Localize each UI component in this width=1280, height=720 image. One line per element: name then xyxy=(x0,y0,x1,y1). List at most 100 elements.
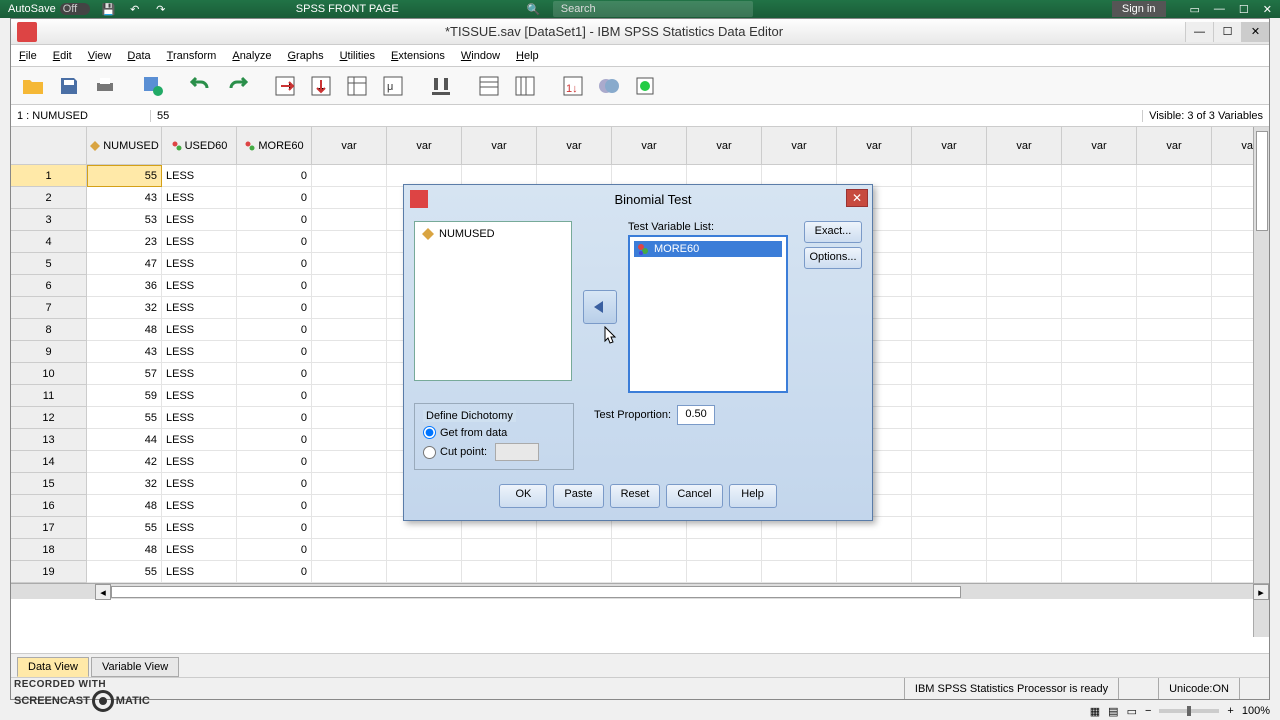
tab-data-view[interactable]: Data View xyxy=(17,657,89,677)
reset-button[interactable]: Reset xyxy=(610,484,661,508)
insert-variable-icon[interactable] xyxy=(509,70,541,102)
cell[interactable]: 0 xyxy=(237,341,312,363)
cell[interactable]: 0 xyxy=(237,209,312,231)
row-header[interactable]: 17 xyxy=(11,517,87,539)
cell[interactable] xyxy=(1137,231,1212,253)
cell[interactable] xyxy=(1062,319,1137,341)
cell[interactable] xyxy=(462,561,537,583)
cell[interactable] xyxy=(1062,385,1137,407)
cell[interactable]: LESS xyxy=(162,517,237,539)
menu-edit[interactable]: Edit xyxy=(53,50,72,62)
column-header[interactable]: var xyxy=(987,127,1062,165)
cell[interactable] xyxy=(387,539,462,561)
cell[interactable] xyxy=(912,517,987,539)
tab-variable-view[interactable]: Variable View xyxy=(91,657,179,677)
cell[interactable]: 0 xyxy=(237,319,312,341)
cell[interactable] xyxy=(987,407,1062,429)
column-header[interactable]: var xyxy=(762,127,837,165)
test-variable-list[interactable]: MORE60 xyxy=(628,235,788,393)
cell[interactable]: 0 xyxy=(237,407,312,429)
cell[interactable] xyxy=(537,561,612,583)
menu-data[interactable]: Data xyxy=(127,50,150,62)
cell[interactable]: 55 xyxy=(87,165,162,187)
cell[interactable] xyxy=(612,561,687,583)
column-header[interactable]: var xyxy=(687,127,762,165)
cell[interactable]: 0 xyxy=(237,187,312,209)
cell[interactable] xyxy=(312,561,387,583)
cut-point-input[interactable] xyxy=(495,443,539,461)
cell-ref-name[interactable]: 1 : NUMUSED xyxy=(11,110,151,122)
cell[interactable]: LESS xyxy=(162,407,237,429)
cell[interactable]: 48 xyxy=(87,319,162,341)
column-header[interactable]: var xyxy=(462,127,537,165)
cell[interactable] xyxy=(912,539,987,561)
cell[interactable] xyxy=(912,275,987,297)
cell[interactable] xyxy=(1062,429,1137,451)
cell-ref-value[interactable]: 55 xyxy=(151,110,1142,122)
cell[interactable] xyxy=(687,539,762,561)
spss-maximize-button[interactable]: ☐ xyxy=(1213,22,1241,42)
zoom-out-icon[interactable]: − xyxy=(1145,705,1151,717)
cell[interactable] xyxy=(1137,473,1212,495)
cell[interactable] xyxy=(912,209,987,231)
maximize-icon[interactable]: ☐ xyxy=(1239,3,1249,16)
cell[interactable] xyxy=(987,429,1062,451)
cell[interactable] xyxy=(912,495,987,517)
cell[interactable] xyxy=(987,209,1062,231)
var-item-numused[interactable]: NUMUSED xyxy=(419,226,567,242)
row-header[interactable]: 3 xyxy=(11,209,87,231)
paste-button[interactable]: Paste xyxy=(553,484,603,508)
column-header[interactable]: var xyxy=(387,127,462,165)
cell[interactable]: LESS xyxy=(162,495,237,517)
move-variable-button[interactable] xyxy=(583,290,617,324)
cell[interactable] xyxy=(312,429,387,451)
cell[interactable] xyxy=(1062,297,1137,319)
spss-minimize-button[interactable]: — xyxy=(1185,22,1213,42)
cell[interactable] xyxy=(987,297,1062,319)
cell[interactable]: 32 xyxy=(87,473,162,495)
cell[interactable]: 0 xyxy=(237,451,312,473)
cell[interactable] xyxy=(612,539,687,561)
cell[interactable] xyxy=(387,561,462,583)
cell[interactable] xyxy=(1062,451,1137,473)
row-header[interactable]: 6 xyxy=(11,275,87,297)
cell[interactable]: 43 xyxy=(87,341,162,363)
source-variable-list[interactable]: NUMUSED xyxy=(414,221,572,381)
insert-cases-icon[interactable] xyxy=(473,70,505,102)
cell[interactable] xyxy=(1062,561,1137,583)
cell[interactable]: 47 xyxy=(87,253,162,275)
row-header[interactable]: 14 xyxy=(11,451,87,473)
recall-dialog-icon[interactable] xyxy=(137,70,169,102)
cell[interactable] xyxy=(312,341,387,363)
column-header[interactable]: NUMUSED xyxy=(87,127,162,165)
print-icon[interactable] xyxy=(89,70,121,102)
cell[interactable] xyxy=(987,495,1062,517)
cell[interactable]: LESS xyxy=(162,165,237,187)
scroll-left-icon[interactable]: ◂ xyxy=(95,584,111,600)
open-icon[interactable] xyxy=(17,70,49,102)
radio-input[interactable] xyxy=(423,426,436,439)
dialog-titlebar[interactable]: Binomial Test ✕ xyxy=(404,185,872,213)
cell[interactable] xyxy=(312,517,387,539)
split-file-icon[interactable]: 1↓ xyxy=(557,70,589,102)
row-header[interactable]: 7 xyxy=(11,297,87,319)
cell[interactable] xyxy=(762,561,837,583)
grid-corner[interactable] xyxy=(11,127,87,165)
cell[interactable] xyxy=(1137,495,1212,517)
cell[interactable] xyxy=(912,473,987,495)
cell[interactable] xyxy=(912,561,987,583)
cell[interactable] xyxy=(987,561,1062,583)
cell[interactable] xyxy=(312,187,387,209)
run-descriptives-icon[interactable]: μ xyxy=(377,70,409,102)
cell[interactable]: LESS xyxy=(162,473,237,495)
cell[interactable]: 0 xyxy=(237,429,312,451)
cell[interactable] xyxy=(1062,187,1137,209)
cell[interactable] xyxy=(987,341,1062,363)
cell[interactable]: 57 xyxy=(87,363,162,385)
zoom-level[interactable]: 100% xyxy=(1242,705,1270,717)
cell[interactable] xyxy=(912,253,987,275)
cell[interactable]: 43 xyxy=(87,187,162,209)
cell[interactable] xyxy=(312,451,387,473)
menu-window[interactable]: Window xyxy=(461,50,500,62)
row-header[interactable]: 10 xyxy=(11,363,87,385)
